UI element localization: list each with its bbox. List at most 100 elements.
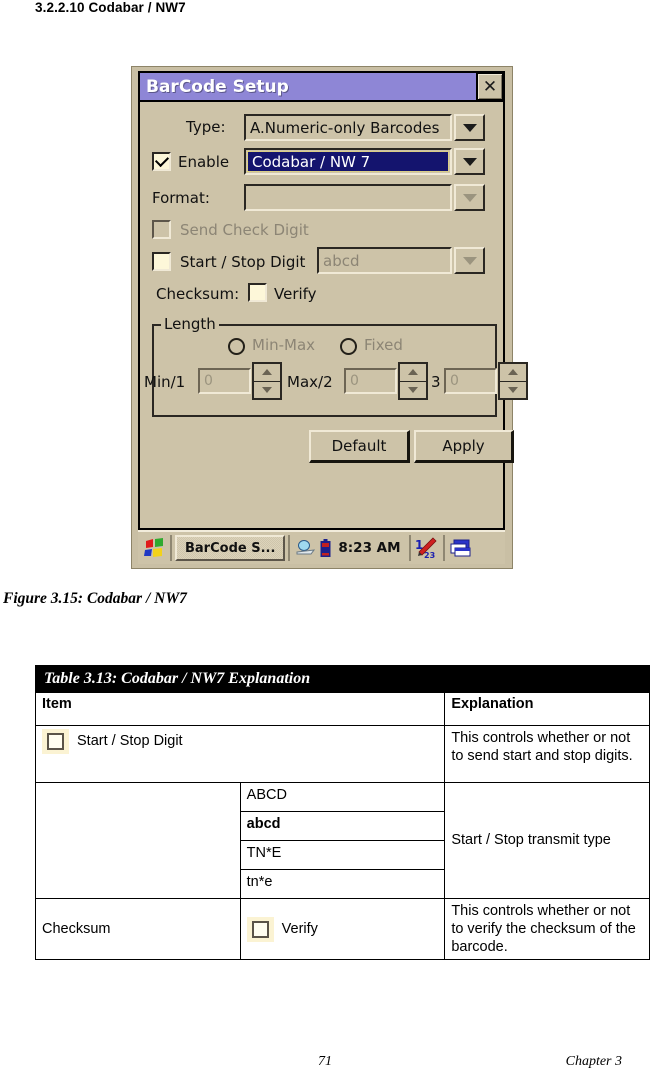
stepper-up-icon[interactable] bbox=[500, 364, 526, 382]
chevron-down-icon bbox=[462, 123, 477, 132]
default-button[interactable]: Default bbox=[309, 430, 410, 463]
type-row: Type: bbox=[186, 118, 226, 136]
type-combo-value: A.Numeric-only Barcodes bbox=[250, 118, 440, 137]
enable-combo-selection: Codabar / NW 7 bbox=[247, 151, 449, 172]
row-options-explanation: Start / Stop transmit type bbox=[444, 782, 650, 899]
windows-start-icon[interactable] bbox=[141, 536, 167, 560]
row-verify-label: Verify bbox=[281, 921, 318, 938]
send-check-digit-label: Send Check Digit bbox=[180, 220, 309, 239]
verify-label: Verify bbox=[274, 284, 317, 303]
min1-field[interactable]: 0 bbox=[198, 368, 251, 394]
row-checksum-item: Checksum bbox=[35, 897, 241, 961]
apply-button[interactable]: Apply bbox=[414, 430, 514, 463]
three-field[interactable]: 0 bbox=[444, 368, 497, 394]
start-stop-digit-label: Start / Stop Digit bbox=[180, 252, 306, 271]
format-combo[interactable] bbox=[244, 184, 452, 211]
start-stop-checkbox-glyph bbox=[42, 729, 69, 754]
min1-value: 0 bbox=[204, 373, 213, 389]
row-option-abcd-upper: ABCD bbox=[239, 782, 446, 812]
enable-combo-arrow[interactable] bbox=[454, 148, 485, 175]
check-icon bbox=[154, 152, 169, 168]
stepper-down-icon[interactable] bbox=[254, 382, 280, 399]
min-max-radio[interactable] bbox=[228, 338, 245, 355]
row-verify-item: Verify bbox=[239, 897, 446, 961]
row-start-stop-item: Start / Stop Digit bbox=[34, 725, 446, 783]
window-titlebar: BarCode Setup ✕ bbox=[140, 73, 503, 102]
taskbar: BarCode S... 8:23 AM 1 23 bbox=[138, 530, 505, 564]
chevron-down-icon bbox=[462, 256, 477, 265]
close-icon[interactable]: ✕ bbox=[476, 73, 503, 100]
network-icon[interactable] bbox=[293, 540, 317, 556]
type-label: Type: bbox=[186, 118, 226, 136]
enable-combo-value: Codabar / NW 7 bbox=[252, 152, 371, 171]
checksum-label: Checksum: bbox=[156, 284, 240, 303]
type-combo-arrow[interactable] bbox=[454, 114, 485, 141]
min1-label: Min/1 bbox=[144, 373, 186, 391]
window-body: Type: A.Numeric-only Barcodes Enable Cod… bbox=[140, 102, 528, 528]
section-heading: 3.2.2.10 Codabar / NW7 bbox=[35, 0, 186, 15]
format-combo-arrow[interactable] bbox=[454, 184, 485, 211]
max2-label: Max/2 bbox=[287, 373, 333, 391]
row-start-stop-explanation: This controls whether or not to send sta… bbox=[444, 725, 650, 783]
stepper-down-icon[interactable] bbox=[400, 382, 426, 399]
table-header-row: Item Explanation bbox=[34, 692, 650, 726]
start-stop-digit-row: Start / Stop Digit bbox=[180, 252, 305, 271]
chevron-down-icon bbox=[462, 157, 477, 166]
row-option-abcd-lower: abcd bbox=[239, 811, 446, 841]
verify-row: Verify bbox=[274, 284, 317, 303]
chevron-down-icon bbox=[462, 193, 477, 202]
fixed-radio[interactable] bbox=[340, 338, 357, 355]
row-checksum-explanation: This controls whether or not to verify t… bbox=[444, 897, 650, 961]
send-check-digit-row: Send Check Digit bbox=[180, 220, 309, 239]
taskbar-clock: 8:23 AM bbox=[338, 540, 401, 556]
chapter-label: Chapter 3 bbox=[565, 1054, 622, 1069]
table-caption-row: Table 3.13: Codabar / NW7 Explanation bbox=[35, 665, 650, 693]
min1-stepper[interactable] bbox=[252, 362, 282, 400]
show-desktop-icon[interactable] bbox=[448, 539, 474, 558]
fixed-label: Fixed bbox=[364, 336, 403, 354]
table-row: Start / Stop Digit This controls whether… bbox=[34, 725, 650, 783]
verify-checkbox-glyph bbox=[246, 916, 274, 942]
taskbar-task-button[interactable]: BarCode S... bbox=[175, 535, 286, 561]
start-stop-combo[interactable]: abcd bbox=[317, 247, 452, 274]
enable-label-row: Enable bbox=[178, 152, 229, 171]
start-stop-combo-value: abcd bbox=[323, 251, 360, 270]
stepper-up-icon[interactable] bbox=[254, 364, 280, 382]
device-screenshot: BarCode Setup ✕ Type: A.Numeric-only Bar… bbox=[131, 66, 528, 569]
verify-checkbox[interactable] bbox=[248, 283, 267, 302]
checksum-row: Checksum: bbox=[156, 284, 239, 303]
min-max-label: Min-Max bbox=[252, 336, 316, 354]
table-header-explanation: Explanation bbox=[444, 692, 650, 726]
taskbar-divider bbox=[408, 535, 411, 561]
start-stop-combo-arrow[interactable] bbox=[454, 247, 485, 274]
row-option-tnstare: TN*E bbox=[239, 840, 446, 870]
enable-label: Enable bbox=[178, 152, 230, 171]
row-option-tnstare-lower: tn*e bbox=[239, 869, 446, 899]
table-caption: Table 3.13: Codabar / NW7 Explanation bbox=[35, 665, 650, 693]
svg-text:23: 23 bbox=[424, 551, 435, 559]
barcode-setup-window: BarCode Setup ✕ Type: A.Numeric-only Bar… bbox=[138, 71, 528, 530]
battery-icon[interactable] bbox=[317, 538, 333, 558]
start-stop-digit-checkbox[interactable] bbox=[152, 252, 171, 271]
send-check-digit-checkbox[interactable] bbox=[152, 220, 171, 239]
table-row: Checksum Verify This controls whether or… bbox=[35, 897, 650, 961]
taskbar-divider bbox=[170, 535, 172, 561]
type-combo[interactable]: A.Numeric-only Barcodes bbox=[244, 114, 452, 141]
three-label: 3 bbox=[431, 373, 441, 391]
max2-field[interactable]: 0 bbox=[344, 368, 397, 394]
stepper-down-icon[interactable] bbox=[500, 382, 526, 399]
three-stepper[interactable] bbox=[498, 362, 528, 400]
length-group: Length Min-Max Fixed Min/1 0 Max/2 0 3 0 bbox=[144, 315, 528, 417]
explanation-table: Table 3.13: Codabar / NW7 Explanation It… bbox=[34, 665, 650, 961]
enable-checkbox[interactable] bbox=[152, 152, 171, 171]
format-row: Format: bbox=[152, 188, 210, 207]
window-title: BarCode Setup bbox=[146, 76, 289, 97]
stepper-up-icon[interactable] bbox=[400, 364, 426, 382]
enable-combo[interactable]: Codabar / NW 7 bbox=[244, 148, 452, 175]
table-row: ABCD Start / Stop transmit type bbox=[35, 782, 650, 899]
figure-caption: Figure 3.15: Codabar / NW7 bbox=[3, 590, 187, 607]
max2-stepper[interactable] bbox=[398, 362, 428, 400]
format-label: Format: bbox=[152, 188, 210, 207]
row-start-stop-label: Start / Stop Digit bbox=[77, 733, 183, 750]
sip-keyboard-icon[interactable]: 1 23 bbox=[414, 537, 440, 559]
